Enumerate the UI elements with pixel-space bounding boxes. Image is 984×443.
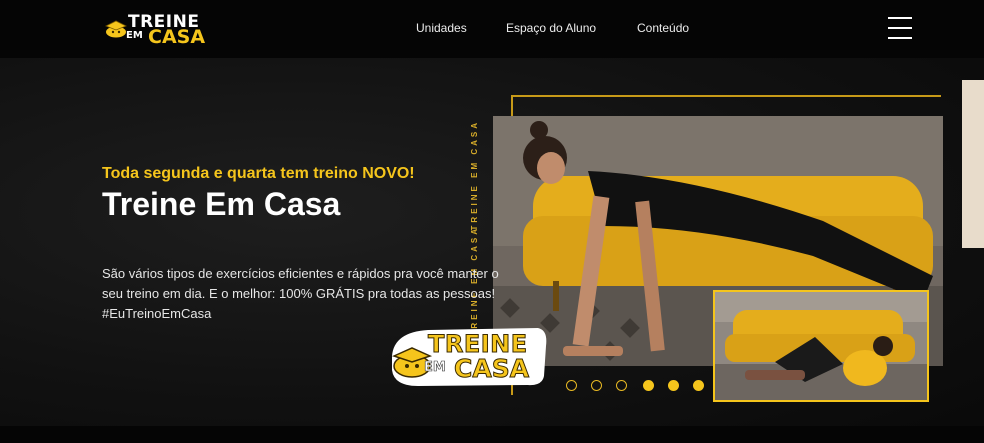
logo-text-small: EM [126,30,143,41]
carousel-dot-3[interactable] [616,380,627,391]
sticker-text-small: EM [424,360,446,376]
brand-logo[interactable]: TREINE EM CASA [104,10,214,50]
carousel-pagination [566,380,710,392]
nav-link-unidades[interactable]: Unidades [416,21,467,35]
inset-illustration [715,292,927,400]
vertical-brand-text-top: TREINE EM CASA [470,120,479,231]
hamburger-icon[interactable] [886,14,914,42]
carousel-dot-4[interactable] [643,380,654,391]
logo-text-accent: CASA [148,26,206,48]
nav-link-conteudo[interactable]: Conteúdo [637,21,689,35]
graduation-cap-icon [105,20,127,38]
carousel-dot-2[interactable] [591,380,602,391]
carousel-dot-6[interactable] [693,380,704,391]
carousel-dot-5[interactable] [668,380,679,391]
nav-link-espaco-do-aluno[interactable]: Espaço do Aluno [506,21,596,35]
hero-tagline: Toda segunda e quarta tem treino NOVO! [102,165,415,182]
treine-em-casa-sticker: TREINE EM CASA [388,326,550,388]
hero-photo-inset [713,290,929,402]
sticker-text-accent: CASA [453,354,530,384]
hero-description: São vários tipos de exercícios eficiente… [102,266,499,321]
carousel-dot-1[interactable] [566,380,577,391]
hero-title: Treine Em Casa [102,186,341,222]
top-navigation-bar: TREINE EM CASA Unidades Espaço do Aluno … [0,0,984,58]
hero-bottom-edge [0,426,984,443]
next-slide-preview [962,80,984,248]
